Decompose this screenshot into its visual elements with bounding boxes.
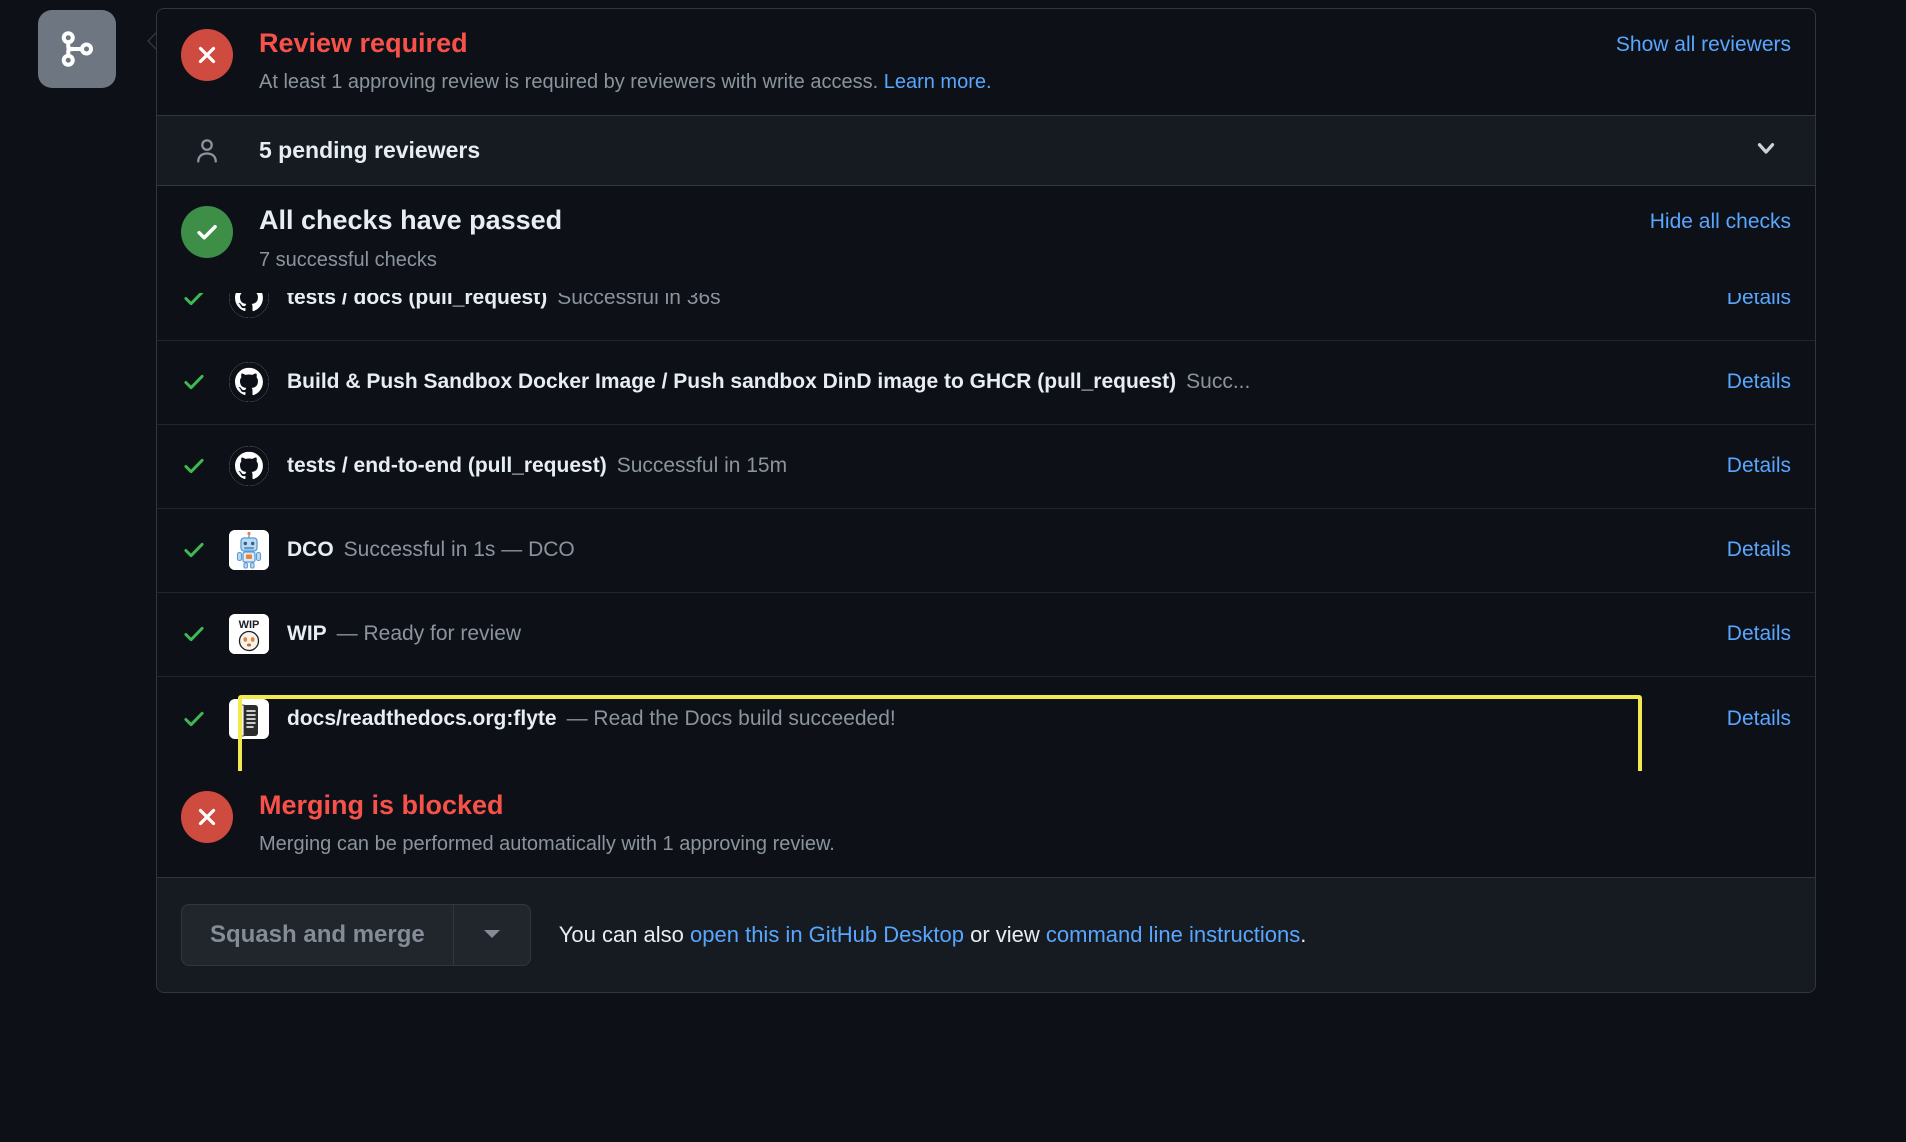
check-name: Build & Push Sandbox Docker Image / Push… [287, 370, 1177, 394]
x-circle-icon [181, 29, 233, 81]
check-description: Successful in 1s — DCO [343, 538, 575, 562]
check-circle-icon [181, 206, 233, 259]
pending-reviewers-label: 5 pending reviewers [259, 137, 481, 164]
check-name: WIP [287, 622, 327, 646]
git-pull-request-icon [57, 29, 97, 69]
footer-note-suffix: . [1300, 922, 1307, 948]
check-name: DCO [287, 538, 334, 562]
github-desktop-link[interactable]: open this in GitHub Desktop [690, 922, 964, 947]
review-required-description: At least 1 approving review is required … [259, 68, 1592, 97]
person-icon [181, 137, 233, 165]
merge-button-group: Squash and merge [181, 904, 531, 967]
check-description: Succ... [1186, 370, 1251, 394]
check-details-link[interactable]: Details [1707, 293, 1791, 311]
table-row[interactable]: docs/readthedocs.org:flyte — Read the Doc… [157, 676, 1815, 761]
check-icon [181, 453, 229, 479]
wip-face-icon: WIP [229, 614, 269, 655]
review-required-title: Review required [259, 28, 468, 58]
check-name: docs/readthedocs.org:flyte [287, 706, 557, 730]
checks-summary-subtitle: 7 successful checks [259, 248, 437, 271]
readthedocs-book-icon [229, 698, 269, 739]
squash-and-merge-button[interactable]: Squash and merge [181, 904, 453, 967]
learn-more-link[interactable]: Learn more. [884, 71, 992, 93]
x-circle-icon [181, 790, 233, 843]
svg-text:WIP: WIP [239, 619, 260, 631]
merging-blocked-description: Merging can be performed automatically w… [259, 833, 835, 856]
triangle-down-icon [482, 928, 502, 943]
check-details-link[interactable]: Details [1707, 707, 1791, 731]
hide-all-checks-link[interactable]: Hide all checks [1650, 210, 1791, 234]
check-icon [181, 292, 229, 312]
check-icon [181, 369, 229, 395]
check-icon [181, 706, 229, 732]
git-pull-request-badge [38, 10, 116, 88]
checks-summary-section: All checks have passed 7 successful chec… [157, 186, 1815, 292]
checks-summary-title: All checks have passed [259, 205, 563, 236]
check-details-link[interactable]: Details [1707, 370, 1791, 394]
table-row[interactable]: tests / docs (pull_request) Successful in… [157, 292, 1815, 341]
footer-note-middle: or view [963, 922, 1046, 948]
chevron-down-icon[interactable] [1753, 135, 1791, 166]
check-icon [181, 537, 229, 563]
command-line-instructions-link[interactable]: command line instructions [1046, 922, 1300, 947]
merge-footer: Squash and merge You can also open this … [157, 877, 1815, 993]
github-octocat-icon [229, 362, 269, 403]
check-label: DCO Successful in 1s — DCO [287, 538, 1683, 562]
github-octocat-icon [229, 292, 269, 319]
check-description: Successful in 15m [616, 454, 788, 478]
check-details-link[interactable]: Details [1707, 538, 1791, 562]
review-required-description-text: At least 1 approving review is required … [259, 71, 879, 94]
check-label: tests / docs (pull_request) Successful in… [287, 293, 1683, 311]
footer-note: You can also open this in GitHub Desktop… [559, 922, 1307, 948]
check-label: docs/readthedocs.org:flyte — Read the Doc… [287, 707, 1683, 731]
check-name: tests / end-to-end (pull_request) [287, 454, 607, 478]
pull-request-merge-box-page: Review required At least 1 approving rev… [0, 0, 1906, 1142]
check-description: Successful in 36s [557, 292, 721, 310]
merge-box: Review required At least 1 approving rev… [156, 8, 1816, 994]
check-details-link[interactable]: Details [1707, 622, 1791, 646]
table-row[interactable]: Build & Push Sandbox Docker Image / Push… [157, 340, 1815, 425]
checks-list: tests / docs (pull_request) Successful in… [157, 292, 1815, 771]
footer-note-prefix: You can also [558, 922, 691, 948]
dco-robot-icon [229, 530, 269, 571]
check-icon [181, 621, 229, 647]
merge-options-dropdown-button[interactable] [452, 904, 531, 967]
merging-blocked-title: Merging is blocked [259, 789, 504, 820]
table-row[interactable]: WIP WIP — Ready for review Details [157, 592, 1815, 677]
check-description: — Ready for review [336, 622, 522, 646]
review-required-section: Review required At least 1 approving rev… [157, 9, 1815, 115]
merging-blocked-section: Merging is blocked Merging can be perfor… [157, 771, 1815, 877]
show-all-reviewers-link[interactable]: Show all reviewers [1616, 33, 1791, 57]
table-row[interactable]: DCO Successful in 1s — DCO Details [157, 508, 1815, 593]
check-label: tests / end-to-end (pull_request) Success… [287, 454, 1683, 478]
check-description: — Read the Docs build succeeded! [566, 706, 896, 730]
github-octocat-icon [229, 446, 269, 487]
pending-reviewers-row[interactable]: 5 pending reviewers [157, 115, 1815, 187]
check-label: WIP — Ready for review [287, 622, 1683, 646]
table-row[interactable]: tests / end-to-end (pull_request) Success… [157, 424, 1815, 509]
check-name: tests / docs (pull_request) [287, 292, 548, 310]
check-label: Build & Push Sandbox Docker Image / Push… [287, 370, 1683, 394]
check-details-link[interactable]: Details [1707, 454, 1791, 478]
